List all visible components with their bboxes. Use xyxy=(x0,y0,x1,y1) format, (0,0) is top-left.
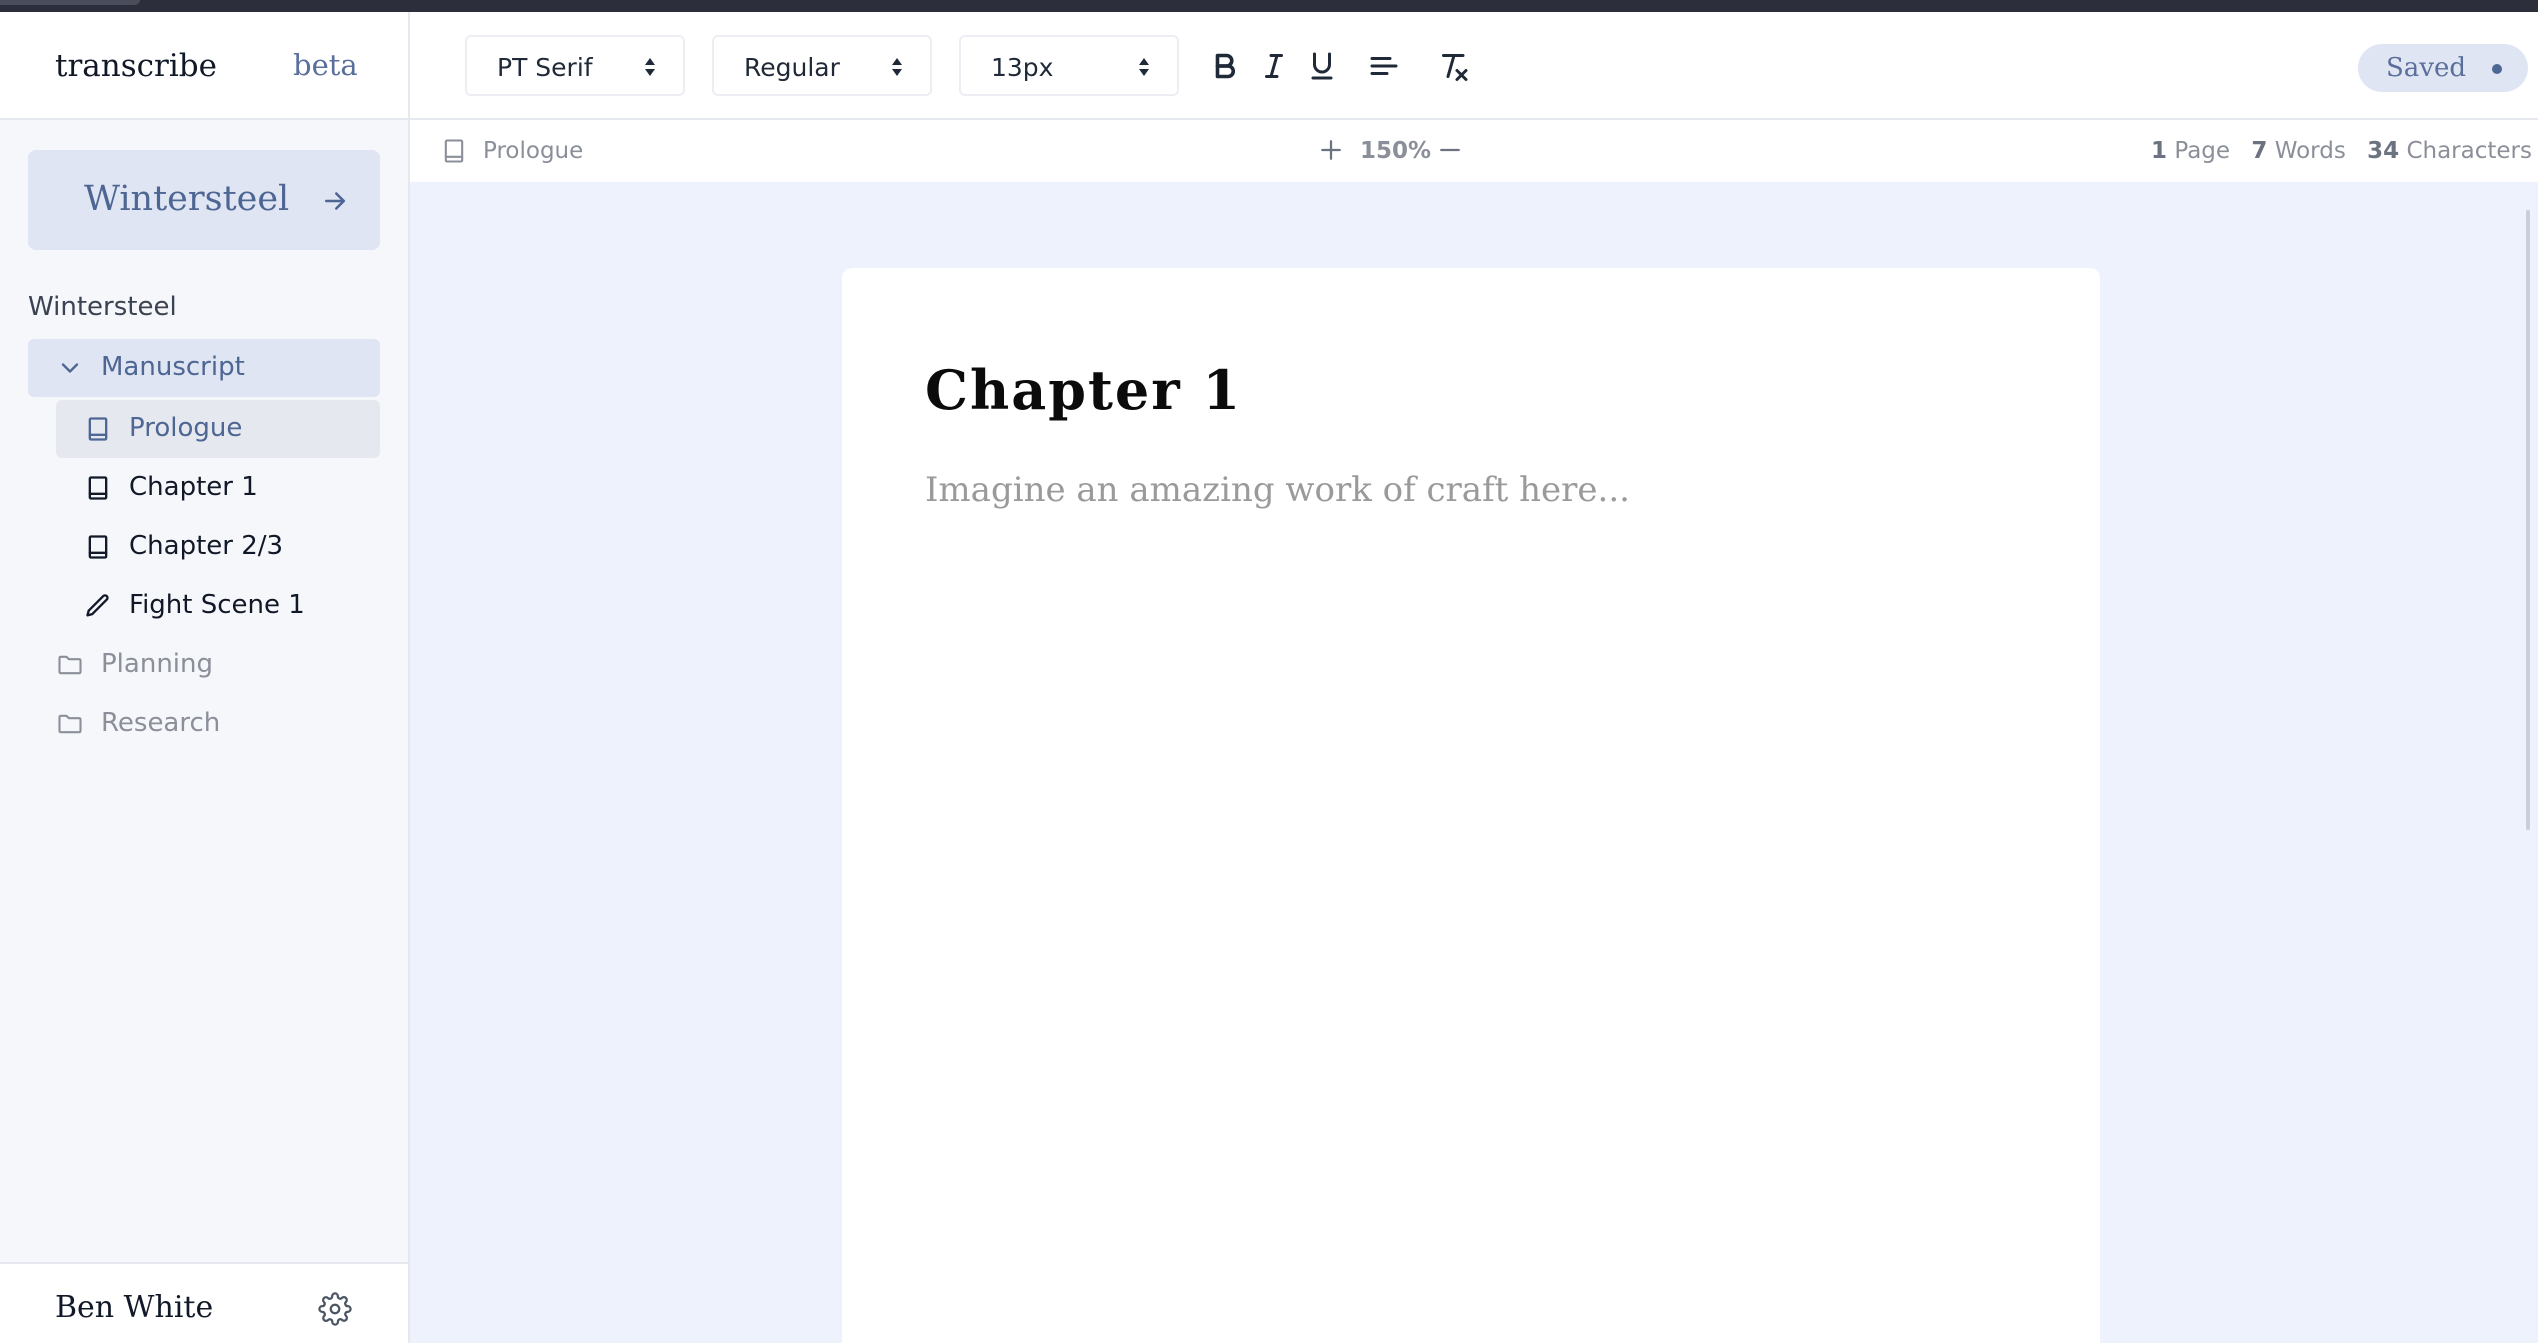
zoom-level: 150% xyxy=(1360,138,1432,164)
save-status-label: Saved xyxy=(2386,53,2467,83)
chevron-down-icon xyxy=(56,354,84,382)
arrow-right-icon xyxy=(320,186,350,216)
select-caret-icon xyxy=(890,55,904,79)
bold-icon[interactable] xyxy=(1207,48,1243,84)
font-family-select[interactable]: PT Serif xyxy=(465,35,685,96)
tree-item-chapter-2-3[interactable]: Chapter 2/3 xyxy=(56,518,380,576)
editor-placeholder[interactable]: Imagine an amazing work of craft here... xyxy=(925,470,1630,510)
window-tab xyxy=(0,0,140,5)
project-title: Wintersteel xyxy=(28,292,177,322)
book-icon xyxy=(84,533,112,561)
tree-item-chapter-1[interactable]: Chapter 1 xyxy=(56,459,380,517)
document-page[interactable]: Chapter 1 Imagine an amazing work of cra… xyxy=(842,268,2100,1343)
tree-item-label: Research xyxy=(101,708,221,738)
format-toolbar: PT Serif Regular 13px Saved xyxy=(410,12,2538,120)
underline-icon[interactable] xyxy=(1304,48,1340,84)
scrollbar[interactable] xyxy=(2520,182,2538,1343)
tree-item-label: Fight Scene 1 xyxy=(129,590,305,620)
page-count-label: Page xyxy=(2174,138,2231,164)
align-left-icon[interactable] xyxy=(1366,48,1402,84)
tree-item-planning[interactable]: Planning xyxy=(28,636,380,694)
folder-icon xyxy=(56,710,84,738)
tree-item-prologue[interactable]: Prologue xyxy=(56,400,380,458)
pencil-icon xyxy=(84,592,112,620)
select-caret-icon xyxy=(643,55,657,79)
page-count: 1 xyxy=(2151,138,2168,164)
zoom-out-icon[interactable] xyxy=(1435,135,1465,165)
gear-icon[interactable] xyxy=(318,1292,352,1326)
clear-format-icon[interactable] xyxy=(1436,48,1472,84)
font-size-select[interactable]: 13px xyxy=(959,35,1179,96)
tree-item-label: Prologue xyxy=(129,413,243,443)
character-count: 34 xyxy=(2367,138,2400,164)
project-switch-button[interactable]: Wintersteel xyxy=(28,150,380,250)
brand-header: transcribe beta xyxy=(0,12,408,120)
beta-badge: beta xyxy=(293,48,358,82)
scrollbar-thumb[interactable] xyxy=(2526,210,2530,830)
font-family-value: PT Serif xyxy=(497,53,593,82)
book-icon xyxy=(440,136,468,166)
tree-item-research[interactable]: Research xyxy=(28,695,380,753)
word-count: 7 xyxy=(2251,138,2268,164)
word-count-label: Words xyxy=(2274,138,2346,164)
document-stats: 1 Page 7 Words 34 Characters xyxy=(2151,138,2532,164)
sidebar: transcribe beta Wintersteel Wintersteel … xyxy=(0,12,410,1343)
chapter-title[interactable]: Chapter 1 xyxy=(925,358,1242,422)
save-status-badge: Saved xyxy=(2358,44,2528,92)
font-size-value: 13px xyxy=(991,53,1054,82)
select-caret-icon xyxy=(1137,55,1151,79)
tree-item-manuscript[interactable]: Manuscript xyxy=(28,339,380,397)
tree-item-label: Planning xyxy=(101,649,213,679)
current-document-name: Prologue xyxy=(483,138,584,164)
font-weight-select[interactable]: Regular xyxy=(712,35,932,96)
character-count-label: Characters xyxy=(2406,138,2532,164)
book-icon xyxy=(84,415,112,443)
status-dot xyxy=(2492,64,2502,74)
document-info-bar: Prologue 150% 1 Page 7 Words 34 Characte… xyxy=(410,120,2538,182)
tree-item-label: Chapter 2/3 xyxy=(129,531,284,561)
user-name: Ben White xyxy=(55,1290,214,1325)
app-name: transcribe xyxy=(55,48,217,84)
folder-icon xyxy=(56,651,84,679)
book-icon xyxy=(84,474,112,502)
italic-icon[interactable] xyxy=(1256,48,1292,84)
user-bar: Ben White xyxy=(0,1262,408,1343)
tree-item-label: Chapter 1 xyxy=(129,472,258,502)
font-weight-value: Regular xyxy=(744,53,840,82)
zoom-in-icon[interactable] xyxy=(1316,135,1346,165)
window-top-strip xyxy=(0,0,2538,12)
project-card-label: Wintersteel xyxy=(84,179,290,219)
tree-item-fight-scene-1[interactable]: Fight Scene 1 xyxy=(56,577,380,635)
tree-item-label: Manuscript xyxy=(101,352,245,382)
